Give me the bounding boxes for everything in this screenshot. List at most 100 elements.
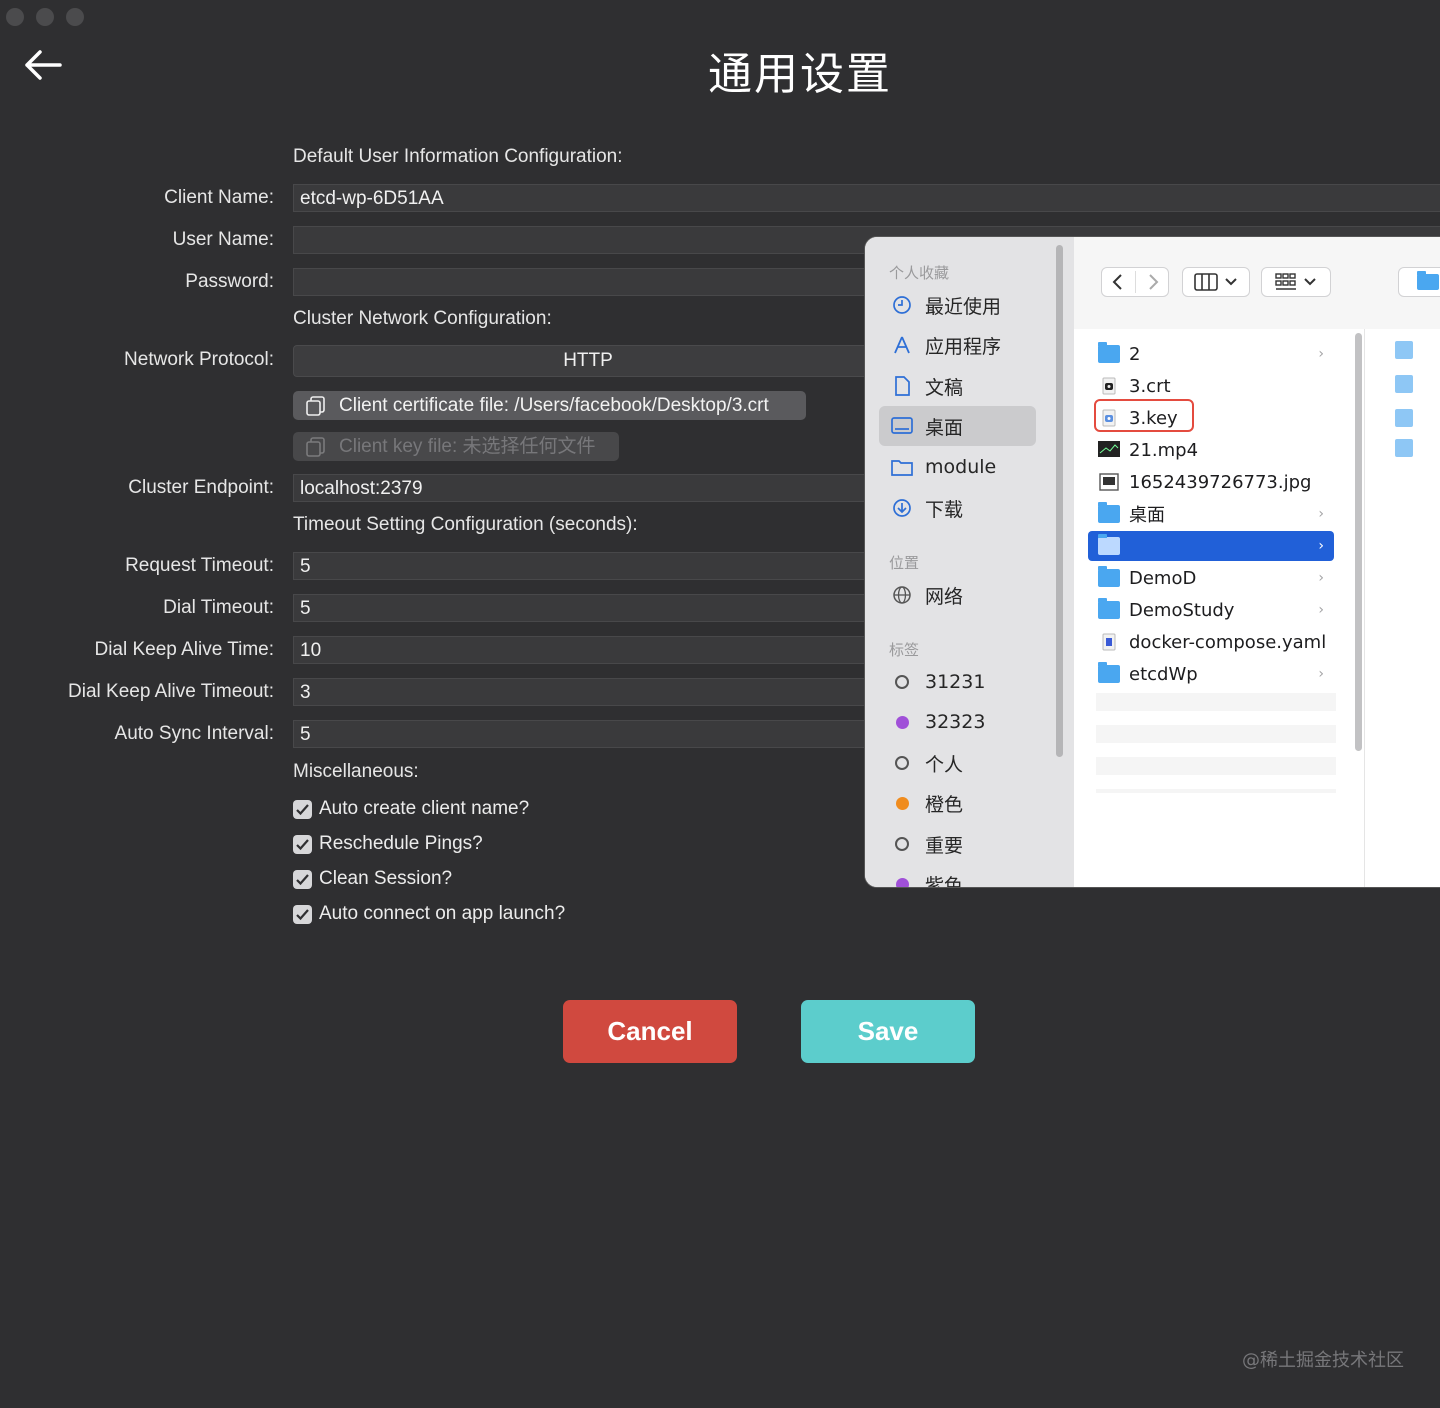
sidebar-tag-32323[interactable]: 32323 <box>879 702 1036 742</box>
column-scrollbar[interactable] <box>1355 333 1362 751</box>
chevron-down-icon <box>1304 278 1316 286</box>
sidebar-item-label: 文稿 <box>925 376 964 399</box>
locations-header: 位置 <box>889 554 920 572</box>
sidebar-tag-personal[interactable]: 个人 <box>879 743 1036 783</box>
sidebar-tag-purple[interactable]: 紫色 <box>879 864 1036 887</box>
file-name: DemoD <box>1129 567 1197 589</box>
client-cert-button[interactable]: Client certificate file: /Users/facebook… <box>293 391 806 420</box>
password-label: Password: <box>185 271 274 292</box>
location-folder-button[interactable] <box>1398 267 1440 297</box>
back-forward-buttons[interactable] <box>1101 267 1169 297</box>
network-protocol-select[interactable]: HTTP <box>293 345 883 377</box>
folder-icon <box>1098 502 1120 523</box>
chevron-right-icon: › <box>1318 346 1324 362</box>
auto-connect-checkbox[interactable]: Auto connect on app launch? <box>293 903 565 925</box>
sidebar-item-module[interactable]: module <box>879 447 1036 487</box>
file-row-3-key[interactable]: 3.key <box>1088 403 1334 433</box>
section-timeout: Timeout Setting Configuration (seconds): <box>293 514 638 535</box>
network-protocol-label: Network Protocol: <box>124 349 274 370</box>
file-row-desktop[interactable]: 桌面 › <box>1088 499 1334 529</box>
sidebar-tag-orange[interactable]: 橙色 <box>879 783 1036 823</box>
file-row-selected-folder[interactable]: › <box>1088 531 1334 561</box>
file-row-docker-compose[interactable]: docker-compose.yaml <box>1088 627 1334 657</box>
file-row-jpg[interactable]: 1652439726773.jpg <box>1088 467 1334 497</box>
group-view-button[interactable] <box>1261 267 1331 297</box>
dial-keep-alive-timeout-label: Dial Keep Alive Timeout: <box>68 681 274 702</box>
file-row-etcdwp[interactable]: etcdWp › <box>1088 659 1334 689</box>
file-name: 桌面 <box>1129 505 1165 526</box>
chevron-right-icon <box>1148 274 1158 290</box>
folder-icon <box>1098 534 1120 555</box>
sidebar-item-downloads[interactable]: 下载 <box>879 488 1036 528</box>
desktop-icon <box>891 415 913 437</box>
sidebar-item-network[interactable]: 网络 <box>879 575 1036 615</box>
client-key-button[interactable]: Client key file: 未选择任何文件 <box>293 432 619 461</box>
tag-dot-icon <box>895 675 909 689</box>
certificate-icon <box>1098 377 1120 395</box>
sidebar-item-label: 紫色 <box>925 874 964 888</box>
tag-dot-icon <box>895 837 909 851</box>
folder-icon <box>891 456 913 478</box>
columns-icon <box>1194 273 1218 291</box>
sidebar-tag-important[interactable]: 重要 <box>879 824 1036 864</box>
folder-icon <box>1417 271 1439 290</box>
key-file-icon <box>1098 409 1120 427</box>
sidebar-tag-31231[interactable]: 31231 <box>879 662 1036 702</box>
sidebar-item-recents[interactable]: 最近使用 <box>879 285 1036 325</box>
apps-icon <box>891 334 913 356</box>
folder-icon <box>1098 662 1120 683</box>
file-row-21-mp4[interactable]: 21.mp4 <box>1088 435 1334 465</box>
folder-icon <box>1395 341 1413 359</box>
sidebar-item-desktop[interactable]: 桌面 <box>879 406 1036 446</box>
tags-header: 标签 <box>889 641 920 659</box>
zoom-window-button[interactable] <box>66 8 84 26</box>
folder-icon <box>1395 375 1413 393</box>
auto-create-client-name-checkbox[interactable]: Auto create client name? <box>293 798 529 820</box>
favorites-header: 个人收藏 <box>889 264 950 282</box>
file-row-demod[interactable]: DemoD › <box>1088 563 1334 593</box>
file-name: DemoStudy <box>1129 599 1235 621</box>
download-icon <box>891 497 913 519</box>
file-name: 2 <box>1129 343 1141 365</box>
sidebar-item-label: 应用程序 <box>925 335 1002 358</box>
folder-icon <box>1098 342 1120 363</box>
cancel-button[interactable]: Cancel <box>563 1000 737 1063</box>
file-name: 3.key <box>1129 407 1178 429</box>
save-button[interactable]: Save <box>801 1000 975 1063</box>
checkbox-label: Auto connect on app launch? <box>319 903 566 924</box>
minimize-window-button[interactable] <box>36 8 54 26</box>
sidebar-item-label: module <box>925 456 997 478</box>
file-copy-icon <box>306 436 325 457</box>
request-timeout-label: Request Timeout: <box>125 555 274 576</box>
tag-dot-icon <box>895 796 909 810</box>
file-row-demostudy[interactable]: DemoStudy › <box>1088 595 1334 625</box>
reschedule-pings-checkbox[interactable]: Reschedule Pings? <box>293 833 483 855</box>
folder-icon <box>1395 409 1413 427</box>
sidebar-item-label: 重要 <box>925 834 964 857</box>
sidebar-item-documents[interactable]: 文稿 <box>879 366 1036 406</box>
sidebar-item-label: 个人 <box>925 753 964 776</box>
clean-session-checkbox[interactable]: Clean Session? <box>293 868 452 890</box>
close-window-button[interactable] <box>6 8 24 26</box>
file-row-3-crt[interactable]: 3.crt <box>1088 371 1334 401</box>
file-name: 3.crt <box>1129 375 1171 397</box>
sidebar-item-label: 32323 <box>925 711 986 733</box>
user-name-label: User Name: <box>172 229 274 250</box>
file-row-2[interactable]: 2 › <box>1088 339 1334 369</box>
client-name-input[interactable]: etcd-wp-6D51AA <box>293 184 1440 212</box>
grid-icon <box>1275 273 1296 290</box>
finder-sidebar: 个人收藏 最近使用 应用程序 文稿 桌面 module 下载 位置 网络 标签 … <box>865 237 1074 887</box>
checkmark-icon <box>293 799 312 819</box>
auto-sync-interval-label: Auto Sync Interval: <box>114 723 274 744</box>
sidebar-item-applications[interactable]: 应用程序 <box>879 325 1036 365</box>
document-icon <box>891 375 913 397</box>
client-key-label: Client key file: 未选择任何文件 <box>339 436 596 457</box>
dial-keep-alive-time-label: Dial Keep Alive Time: <box>94 639 274 660</box>
sidebar-item-label: 网络 <box>925 585 964 608</box>
yaml-file-icon <box>1098 633 1120 651</box>
client-name-label: Client Name: <box>164 187 274 208</box>
column-view-button[interactable] <box>1182 267 1250 297</box>
sidebar-scrollbar[interactable] <box>1056 245 1063 757</box>
client-cert-label: Client certificate file: /Users/facebook… <box>339 395 769 416</box>
checkbox-label: Auto create client name? <box>319 798 530 819</box>
